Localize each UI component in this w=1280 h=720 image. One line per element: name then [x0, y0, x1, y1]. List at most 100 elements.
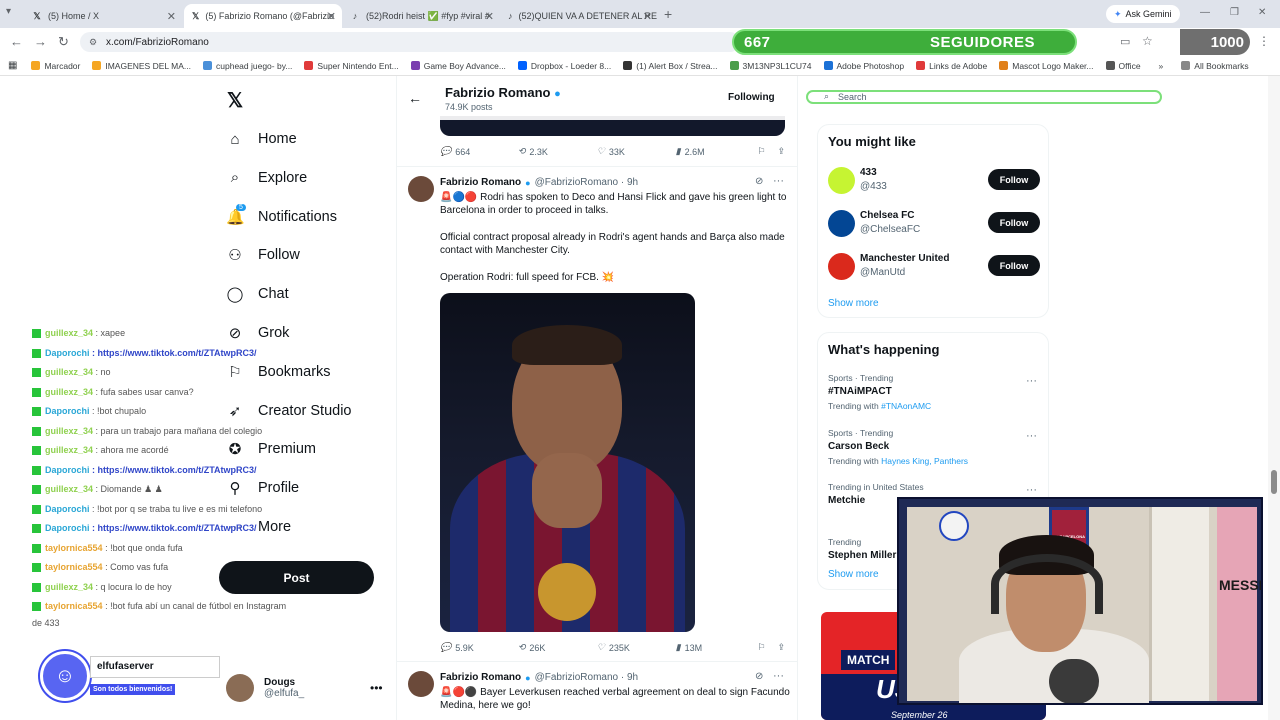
post-button[interactable]: Post	[219, 561, 374, 594]
views-button[interactable]: ▮ 13M	[676, 642, 758, 653]
trend-context-link[interactable]: #TNAonAMC	[881, 401, 931, 411]
suggestion-row[interactable]: Chelsea FC @ChelseaFC Follow	[828, 208, 1040, 240]
more-dots-icon[interactable]: •••	[370, 681, 383, 695]
tweet-photo[interactable]	[440, 293, 695, 632]
bookmark-item[interactable]: Adobe Photoshop	[823, 61, 904, 71]
follow-button[interactable]: Follow	[988, 169, 1040, 190]
chat-username: Daporochi	[45, 464, 90, 475]
trend-context-link[interactable]: Haynes King, Panthers	[881, 456, 968, 466]
chat-username: taylornica554	[45, 601, 103, 611]
trend-item[interactable]: Sports · Trending #TNAiMPACT Trending with…	[828, 373, 1040, 421]
bookmark-item[interactable]: Super Nintendo Ent...	[304, 61, 399, 71]
bookmark-item[interactable]: Links de Adobe	[916, 61, 987, 71]
close-tab-icon[interactable]: ✕	[643, 10, 652, 23]
bookmark-item[interactable]: 3M13NP3L1CU74	[729, 61, 812, 71]
repost-button[interactable]: ⟲ 2.3K	[518, 146, 597, 157]
nav-item-grok[interactable]: ⊘ Grok	[226, 318, 290, 348]
nav-item-profile[interactable]: ⚲ Profile	[226, 473, 300, 503]
nav-item-explore[interactable]: ⌕ Explore	[226, 163, 307, 193]
card-title: What's happening	[828, 342, 940, 357]
bookmark-item[interactable]: Marcador	[31, 61, 80, 71]
suggestion-row[interactable]: 433 @433 Follow	[828, 165, 1040, 197]
cast-icon[interactable]: ▭	[1120, 35, 1130, 48]
follow-button[interactable]: Follow	[988, 255, 1040, 276]
back-icon[interactable]: ←	[10, 34, 23, 49]
follow-button[interactable]: Follow	[988, 212, 1040, 233]
close-tab-icon[interactable]: ✕	[167, 10, 176, 23]
share-icon[interactable]: ⇪	[777, 642, 785, 653]
browser-menu-icon[interactable]: ⋮	[1258, 34, 1270, 48]
apps-icon[interactable]: ▦	[8, 60, 17, 71]
more-dots-icon[interactable]: ···	[1026, 484, 1037, 496]
bookmark-item[interactable]: (1) Alert Box / Strea...	[623, 60, 718, 71]
bookmark-item[interactable]: Office	[1105, 61, 1141, 71]
maximize-icon[interactable]: ❐	[1230, 7, 1239, 18]
following-button[interactable]: Following	[728, 92, 775, 103]
bookmark-item[interactable]: Dropbox - Loeder 8...	[517, 61, 611, 71]
chat-icon: ◯	[226, 286, 244, 304]
site-info-icon[interactable]: ⚙	[89, 37, 97, 48]
avatar[interactable]	[408, 671, 434, 697]
bookmark-item[interactable]: Mascot Logo Maker...	[999, 61, 1094, 71]
author-handle[interactable]: @FabrizioRomano · 9h	[535, 672, 639, 683]
nav-item-premium[interactable]: ✪ Premium	[226, 434, 316, 464]
reload-icon[interactable]: ↻	[58, 34, 69, 50]
bookmark-item[interactable]: cuphead juego- by...	[203, 61, 292, 71]
nav-item-follow[interactable]: ⚇ Follow	[226, 240, 300, 270]
more-dots-icon[interactable]: ···	[1026, 430, 1037, 442]
more-bookmarks-icon[interactable]: »	[1159, 61, 1164, 71]
suggestion-row[interactable]: Manchester United @ManUtd Follow	[828, 251, 1040, 283]
grok-icon[interactable]: ⊘	[755, 671, 763, 682]
minimize-icon[interactable]: —	[1200, 7, 1210, 18]
avatar	[828, 253, 855, 280]
share-icon[interactable]: ⇪	[777, 146, 785, 157]
repost-button[interactable]: ⟲ 26K	[518, 642, 597, 653]
nav-item-home[interactable]: ⌂ Home	[226, 124, 296, 154]
like-button[interactable]: ♡ 235K	[597, 642, 676, 653]
bookmark-item[interactable]: IMAGENES DEL MA...	[92, 61, 191, 71]
avatar[interactable]	[408, 176, 434, 202]
more-dots-icon[interactable]: ···	[1026, 375, 1037, 387]
show-more-link[interactable]: Show more	[828, 569, 879, 580]
ask-gemini-button[interactable]: ✦ Ask Gemini	[1106, 5, 1180, 23]
nav-item-creator-studio[interactable]: ➶ Creator Studio	[226, 396, 352, 426]
browser-tab-active[interactable]: 𝕏 (5) Fabrizio Romano (@Fabrizio ✕	[184, 4, 342, 28]
close-tab-icon[interactable]: ✕	[485, 10, 494, 23]
new-tab-icon[interactable]: +	[664, 6, 672, 22]
tab-search-icon[interactable]: ▾	[6, 6, 11, 17]
nav-item-chat[interactable]: ◯ Chat	[226, 279, 289, 309]
nav-item-notifications[interactable]: 🔔 5 Notifications	[226, 202, 337, 232]
x-logo-icon[interactable]: 𝕏	[227, 88, 243, 113]
reply-button[interactable]: 💬 664	[440, 146, 518, 157]
more-dots-icon[interactable]: ···	[773, 670, 784, 682]
search-input[interactable]: ⌕ Search	[806, 90, 1162, 104]
views-button[interactable]: ▮ 2.6M	[676, 146, 758, 157]
bookmark-icon[interactable]: ⚐	[758, 146, 778, 157]
star-icon[interactable]: ☆	[1142, 34, 1153, 48]
author-name[interactable]: Fabrizio Romano	[440, 177, 521, 188]
nav-item-bookmarks[interactable]: ⚐ Bookmarks	[226, 357, 330, 387]
author-handle[interactable]: @FabrizioRomano · 9h	[535, 177, 639, 188]
url-bar[interactable]: ⚙ x.com/FabrizioRomano	[80, 32, 740, 52]
trend-item[interactable]: Sports · Trending Carson Beck Trending wit…	[828, 428, 1040, 476]
close-tab-icon[interactable]: ✕	[327, 10, 336, 23]
account-switcher[interactable]: Dougs @elfufa_	[226, 674, 304, 702]
back-arrow-icon[interactable]: ←	[408, 90, 422, 106]
close-window-icon[interactable]: ✕	[1258, 7, 1266, 18]
scrollbar[interactable]	[1268, 76, 1280, 720]
forward-icon[interactable]: →	[34, 34, 47, 49]
like-button[interactable]: ♡ 33K	[597, 146, 676, 157]
bookmark-icon[interactable]: ⚐	[758, 642, 778, 653]
scrollbar-thumb[interactable]	[1271, 470, 1277, 494]
browser-tab[interactable]: ♪ (52)QUIEN VA A DETENER AL RE ✕	[500, 4, 658, 28]
browser-tab[interactable]: 𝕏 (5) Home / X ✕	[24, 4, 182, 28]
bookmark-label: (1) Alert Box / Strea...	[636, 60, 718, 71]
reply-button[interactable]: 💬 5.9K	[440, 642, 518, 653]
author-name[interactable]: Fabrizio Romano	[440, 672, 521, 683]
show-more-link[interactable]: Show more	[828, 298, 879, 309]
browser-tab[interactable]: ♪ (52)Rodri heist ✅ #fyp #viral # ✕	[342, 4, 500, 28]
grok-icon[interactable]: ⊘	[755, 176, 763, 187]
all-bookmarks[interactable]: All Bookmarks	[1181, 61, 1249, 71]
more-dots-icon[interactable]: ···	[773, 175, 784, 187]
bookmark-item[interactable]: Game Boy Advance...	[410, 61, 506, 71]
